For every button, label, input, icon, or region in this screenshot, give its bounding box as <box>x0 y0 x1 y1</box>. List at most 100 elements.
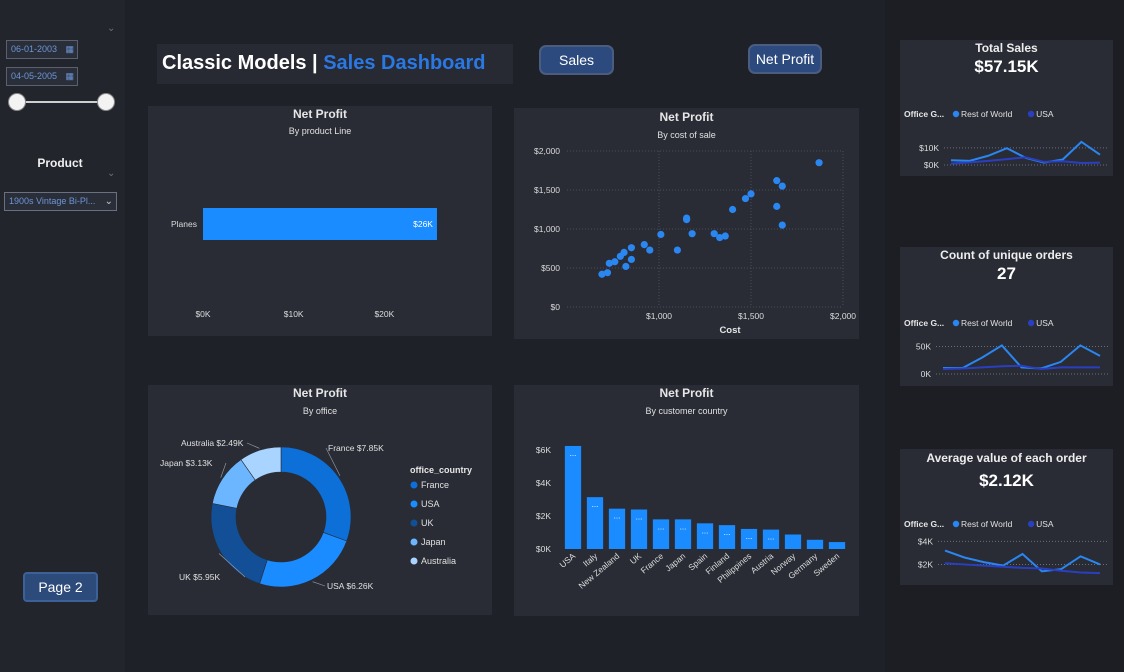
calendar-icon[interactable]: ▦ <box>65 41 74 58</box>
data-label: ... <box>614 512 621 521</box>
y-tick-label: $1,000 <box>534 224 560 234</box>
scatter-point <box>627 255 635 264</box>
x-tick-label: New Zealand <box>576 551 621 591</box>
scatter-point <box>646 246 654 254</box>
scatter-point <box>688 230 696 238</box>
dashboard-header: Classic Models | Sales Dashboard <box>157 44 513 84</box>
y-tick-label: $4K <box>918 536 933 546</box>
product-dropdown[interactable]: 1900s Vintage Bi-Pl... ⌄ <box>4 192 117 211</box>
y-tick-label: $6K <box>536 445 551 455</box>
legend-label: UK <box>421 518 434 528</box>
x-tick-label: $10K <box>284 309 304 319</box>
scatter-point <box>778 182 786 190</box>
calendar-icon[interactable]: ▦ <box>65 68 74 85</box>
x-tick-label: France <box>639 551 666 576</box>
page-2-button[interactable]: Page 2 <box>23 572 98 602</box>
legend-marker <box>1027 110 1035 118</box>
scatter-point <box>721 232 729 240</box>
y-tick-label: $0 <box>551 302 561 312</box>
bar <box>806 539 824 549</box>
series-line <box>950 140 1101 164</box>
avg-order-line-plot: Office G... Rest of World USA $2K $4K <box>904 519 1108 575</box>
product-slicer-title: Product <box>37 156 83 170</box>
leader-line <box>246 442 260 449</box>
y-tick-label: 0K <box>921 369 932 379</box>
scatter-point <box>611 258 619 266</box>
total-sales-line-plot: Office G... Rest of World USA $0K $10K <box>904 109 1108 170</box>
legend-label: USA <box>1036 109 1054 119</box>
x-tick-label: USA <box>557 551 577 570</box>
sales-nav-button[interactable]: Sales <box>539 45 614 75</box>
slider-end-handle[interactable] <box>97 93 115 111</box>
y-tick-label: $4K <box>536 478 551 488</box>
date-range-slider[interactable] <box>16 101 106 103</box>
unique-orders-line-plot: Office G... Rest of World USA 0K 50K <box>904 318 1108 379</box>
legend-marker <box>952 520 960 528</box>
legend-marker <box>410 481 418 489</box>
bar <box>784 534 802 549</box>
slice-label: France $7.85K <box>328 443 384 453</box>
y-tick-label: 50K <box>916 342 931 352</box>
slice-label: USA $6.26K <box>327 581 374 591</box>
scatter-point <box>627 244 635 252</box>
product-line-chart: Net Profit By product Line Planes $26K $0K… <box>148 106 492 336</box>
chevron-down-icon[interactable]: ⌄ <box>107 23 115 34</box>
customer-country-bar-plot: $0K$2K$4K$6K ...USA...Italy...New Zealand… <box>536 445 846 591</box>
y-tick-label: $0K <box>924 160 939 170</box>
x-tick-label: $20K <box>374 309 394 319</box>
legend-label: Rest of World <box>961 519 1013 529</box>
cost-scatter-chart: Net Profit By cost of sale $0 $500 $1,000 $… <box>514 108 859 339</box>
start-date-input[interactable]: 06-01-2003 ▦ <box>6 40 78 59</box>
legend-label: USA <box>421 499 440 509</box>
product-line-bar-plot: Planes $26K $0K $10K $20K <box>171 208 437 319</box>
x-tick-label: Japan <box>663 551 687 574</box>
unique-orders-card: Count of unique orders 27 Office G... Res… <box>900 247 1113 386</box>
net-profit-nav-button[interactable]: Net Profit <box>748 44 822 74</box>
scatter-point <box>640 241 648 249</box>
scatter-point <box>747 190 755 198</box>
x-tick-label: UK <box>628 551 644 566</box>
scatter-point <box>673 246 681 254</box>
start-date-value: 06-01-2003 <box>11 44 58 54</box>
legend-marker <box>410 538 418 546</box>
legend-title: Office G... <box>904 109 944 119</box>
chevron-down-icon[interactable]: ⌄ <box>107 168 115 179</box>
cost-scatter-plot: $0 $500 $1,000 $1,500 $2,000 $1,000 $1,500 $2,0… <box>534 146 856 336</box>
data-label: ... <box>592 500 599 509</box>
y-tick-label: $1,500 <box>534 185 560 195</box>
legend-label: USA <box>1036 318 1054 328</box>
product-selected-value: 1900s Vintage Bi-Pl... <box>9 196 96 206</box>
scatter-point <box>773 202 781 210</box>
data-label: ... <box>636 512 643 521</box>
legend-marker <box>410 500 418 508</box>
x-tick-label: $0K <box>195 309 210 319</box>
data-label: ... <box>658 522 665 531</box>
scatter-point <box>620 248 628 256</box>
page-title-accent: Sales Dashboard <box>323 52 486 74</box>
y-tick-label: $2K <box>918 559 933 569</box>
filter-panel: ⌄ 06-01-2003 ▦ 04-05-2005 ▦ Product ⌄ 19… <box>0 0 125 672</box>
legend-marker <box>410 557 418 565</box>
legend-marker <box>952 319 960 327</box>
chevron-down-icon[interactable]: ⌄ <box>105 193 113 210</box>
legend-marker <box>410 519 418 527</box>
end-date-input[interactable]: 04-05-2005 ▦ <box>6 67 78 86</box>
legend-marker <box>1027 520 1035 528</box>
data-label: $26K <box>413 219 433 229</box>
bar <box>828 542 846 549</box>
scatter-point <box>773 177 781 185</box>
slice-label: Australia $2.49K <box>181 438 244 448</box>
legend-label: Rest of World <box>961 318 1013 328</box>
donut-slice <box>280 446 352 542</box>
data-label: ... <box>768 533 775 542</box>
data-label: ... <box>724 528 731 537</box>
leader-line <box>312 581 326 587</box>
end-date-value: 04-05-2005 <box>11 71 58 81</box>
slider-start-handle[interactable] <box>8 93 26 111</box>
office-donut-plot: France $7.85K USA $6.26K UK $5.95K Japan $3… <box>160 438 472 591</box>
data-label: ... <box>680 522 687 531</box>
x-axis-label: Cost <box>719 325 741 336</box>
scatter-point <box>657 230 665 239</box>
y-tick-label: $500 <box>541 263 560 273</box>
y-tick-label: $0K <box>536 544 551 554</box>
